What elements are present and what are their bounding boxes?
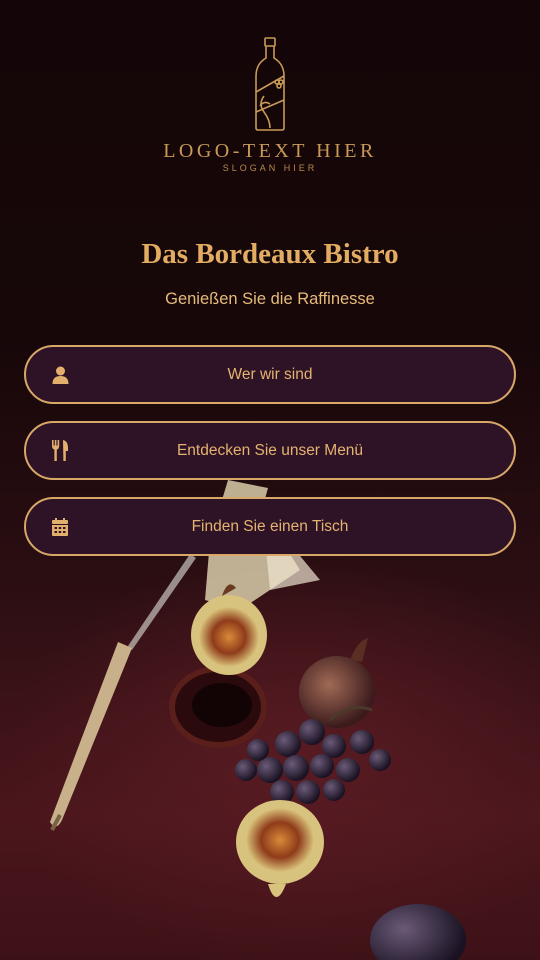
about-us-label: Wer wir sind	[227, 365, 313, 383]
about-us-button[interactable]: Wer wir sind	[24, 345, 516, 404]
page-title: Das Bordeaux Bistro	[141, 238, 399, 270]
logo-text: LOGO-TEXT HIER	[163, 140, 377, 162]
page-subtitle: Genießen Sie die Raffinesse	[165, 290, 375, 308]
fork-knife-icon	[51, 440, 69, 461]
reserve-table-label: Finden Sie einen Tisch	[191, 517, 349, 535]
menu-button[interactable]: Entdecken Sie unser Menü	[24, 421, 516, 480]
logo: LOGO-TEXT HIER SLOGAN HIER	[0, 34, 540, 173]
logo-slogan: SLOGAN HIER	[222, 163, 318, 173]
calendar-icon	[51, 517, 69, 537]
wine-bottle-icon	[255, 37, 285, 131]
reserve-table-button[interactable]: Finden Sie einen Tisch	[24, 497, 516, 556]
user-icon	[51, 365, 69, 385]
menu-label: Entdecken Sie unser Menü	[176, 441, 364, 459]
